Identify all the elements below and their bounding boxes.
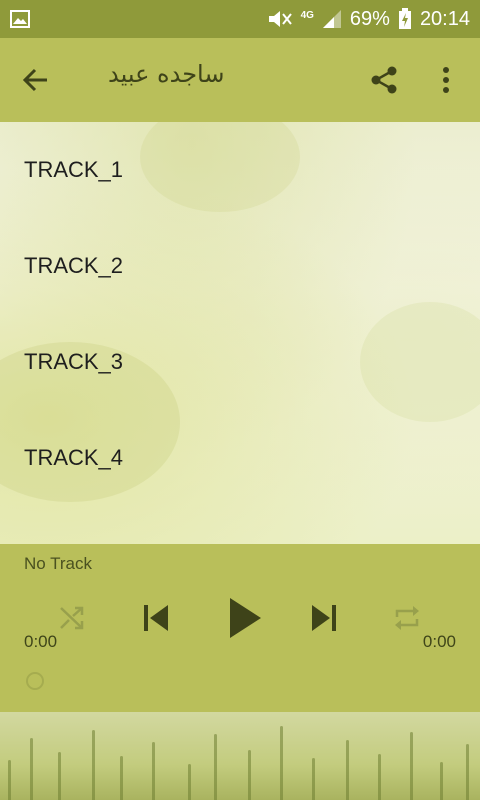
- signal-icon: [322, 9, 342, 29]
- track-list: TRACK_1 TRACK_2 TRACK_3 TRACK_4: [0, 122, 480, 544]
- grass-decoration: [346, 740, 349, 800]
- skip-previous-icon: [144, 605, 168, 631]
- mute-icon: [267, 8, 293, 30]
- app-bar: ساجده عبيد: [0, 38, 480, 122]
- elapsed-time: 0:00: [24, 632, 58, 651]
- more-vert-icon: [443, 67, 449, 93]
- more-options-button[interactable]: [430, 62, 462, 98]
- grass-decoration: [58, 752, 61, 800]
- repeat-icon: [395, 606, 419, 630]
- now-playing-label: No Track: [24, 554, 93, 573]
- shuffle-icon: [60, 606, 84, 630]
- share-icon: [371, 66, 397, 94]
- play-icon: [230, 598, 261, 638]
- grass-decoration: [120, 756, 123, 800]
- next-button[interactable]: [306, 600, 342, 636]
- clock: 20:14: [419, 7, 470, 30]
- grass-decoration: [410, 732, 413, 800]
- grass-decoration: [214, 734, 217, 800]
- player-panel: No Track 0:00 0:00: [0, 544, 480, 712]
- grass-decoration: [312, 758, 315, 800]
- skip-next-icon: [312, 605, 336, 631]
- play-button[interactable]: [222, 592, 268, 644]
- battery-percent: 69%: [349, 7, 390, 30]
- grass-decoration: [152, 742, 155, 800]
- list-item[interactable]: TRACK_1: [24, 148, 444, 192]
- list-item[interactable]: TRACK_4: [24, 436, 444, 480]
- grass-decoration: [8, 760, 11, 800]
- grass-decoration: [248, 750, 251, 800]
- decorative-banner: [0, 712, 480, 800]
- arrow-left-icon: [22, 68, 47, 92]
- grass-decoration: [378, 754, 381, 800]
- grass-decoration: [92, 730, 95, 800]
- list-item[interactable]: TRACK_3: [24, 340, 444, 384]
- grass-decoration: [30, 738, 33, 800]
- image-icon: [10, 10, 30, 28]
- grass-decoration: [280, 726, 283, 800]
- grass-decoration: [466, 744, 469, 800]
- previous-button[interactable]: [138, 600, 174, 636]
- network-type: 4G: [300, 9, 314, 21]
- duration-time: 0:00: [422, 632, 456, 651]
- page-title: ساجده عبيد: [108, 60, 225, 88]
- back-button[interactable]: [18, 62, 54, 98]
- grass-decoration: [188, 764, 191, 800]
- battery-charging-icon: [398, 8, 412, 30]
- status-bar: 4G 69% 20:14: [0, 0, 480, 38]
- share-button[interactable]: [366, 62, 402, 98]
- shuffle-button[interactable]: [56, 602, 88, 634]
- repeat-button[interactable]: [390, 602, 424, 634]
- grass-decoration: [440, 762, 443, 800]
- list-item[interactable]: TRACK_2: [24, 244, 444, 288]
- progress-thumb[interactable]: [24, 670, 46, 692]
